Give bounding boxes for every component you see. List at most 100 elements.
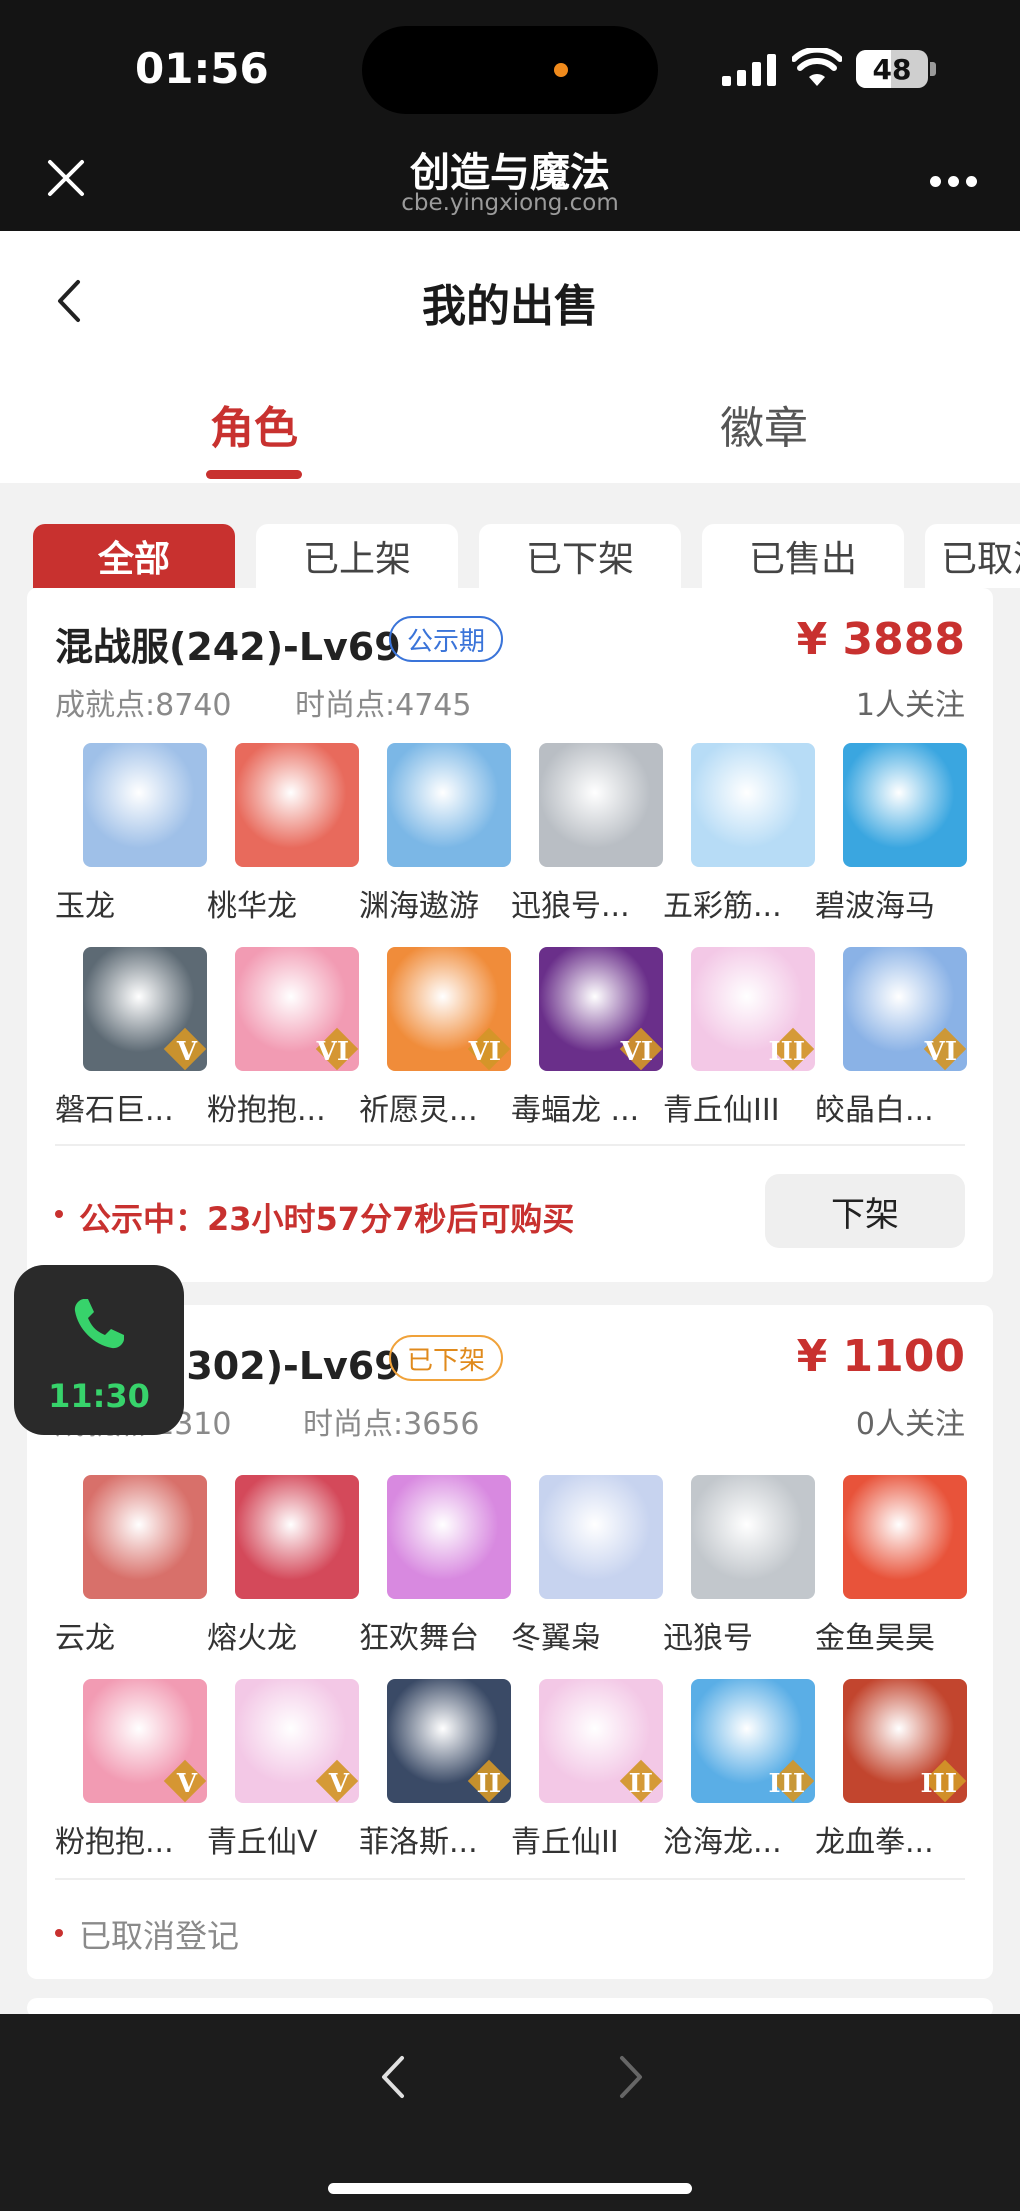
pet-item[interactable]: II 青丘仙II: [511, 1679, 663, 1861]
pet-item[interactable]: III 沧海龙...: [663, 1679, 815, 1861]
pet-thumbnail: [843, 1475, 967, 1599]
pet-item[interactable]: VI 毒蝠龙 ...: [511, 947, 663, 1129]
pet-name: 祈愿灵...: [359, 1093, 478, 1128]
rank-numeral: II: [628, 1769, 653, 1799]
pet-thumbnail: [83, 1475, 207, 1599]
pet-item[interactable]: 桃华龙: [207, 743, 359, 925]
pet-thumbnail: [387, 743, 511, 867]
rank-numeral: III: [768, 1037, 806, 1067]
pet-thumbnail: [691, 743, 815, 867]
pet-item[interactable]: III 龙血拳...: [815, 1679, 967, 1861]
wifi-icon: [792, 48, 842, 86]
tab-badge[interactable]: 徽章: [664, 392, 864, 456]
pet-item[interactable]: V 粉抱抱...: [55, 1679, 207, 1861]
pet-item[interactable]: II 菲洛斯...: [359, 1679, 511, 1861]
battery-icon: 48: [856, 50, 928, 88]
publicity-countdown: 公示中：23小时57分7秒后可购买: [79, 1200, 575, 1238]
pet-name: 渊海遨游: [359, 889, 479, 924]
pet-item[interactable]: 金鱼昊昊: [815, 1475, 967, 1657]
rank-numeral: VI: [620, 1037, 653, 1067]
dynamic-island: [362, 26, 658, 114]
pet-name: 青丘仙III: [663, 1093, 780, 1128]
pet-thumbnail: [235, 743, 359, 867]
pet-item[interactable]: 狂欢舞台: [359, 1475, 511, 1657]
filter-sold[interactable]: 已售出: [702, 524, 904, 588]
pet-name: 毒蝠龙 ...: [511, 1093, 640, 1128]
pet-name: 沧海龙...: [663, 1825, 782, 1860]
pet-thumbnail: V: [83, 947, 207, 1071]
rank-numeral: V: [176, 1769, 197, 1799]
server-level: 混战服(242)-Lv69: [55, 625, 401, 669]
pet-name: 云龙: [55, 1621, 115, 1656]
pet-thumbnail: III: [691, 947, 815, 1071]
rank-numeral: V: [328, 1769, 349, 1799]
pet-name: 粉抱抱...: [207, 1093, 326, 1128]
pet-item[interactable]: 熔火龙: [207, 1475, 359, 1657]
rank-numeral: III: [768, 1769, 806, 1799]
pet-thumbnail: VI: [387, 947, 511, 1071]
pet-grid: 云龙 熔火龙 狂欢舞台 冬翼枭 迅狼号 金鱼昊昊 V 粉抱抱... V 青丘仙V II 菲洛斯... I…: [55, 1475, 967, 1860]
pet-item[interactable]: 迅狼号...: [511, 743, 663, 925]
notice-dot: [55, 1929, 63, 1937]
pet-name: 青丘仙II: [511, 1825, 619, 1860]
fashion-points: 时尚点:3656: [303, 1407, 480, 1442]
cellular-signal-icon: [722, 54, 776, 86]
pet-name: 五彩筋...: [663, 889, 782, 924]
pet-thumbnail: VI: [235, 947, 359, 1071]
pet-thumbnail: II: [387, 1679, 511, 1803]
battery-tip: [930, 62, 936, 76]
filter-cancelled[interactable]: 已取消: [925, 524, 1020, 588]
more-icon[interactable]: [930, 176, 978, 188]
fashion-points: 时尚点:4745: [295, 688, 472, 723]
pet-item[interactable]: 碧波海马: [815, 743, 967, 925]
listing-card[interactable]: 混战服(242)-Lv69 公示期 ¥ 3888 成就点:8740 时尚点:47…: [27, 588, 993, 1282]
pet-name: 粉抱抱...: [55, 1825, 174, 1860]
pet-item[interactable]: V 磐石巨...: [55, 947, 207, 1129]
delist-button[interactable]: 下架: [765, 1174, 965, 1248]
cancel-status: 已取消登记: [79, 1917, 240, 1955]
pet-name: 冬翼枭: [511, 1621, 601, 1656]
pet-thumbnail: II: [539, 1679, 663, 1803]
pet-item[interactable]: VI 粉抱抱...: [207, 947, 359, 1129]
pet-name: 金鱼昊昊: [815, 1621, 935, 1656]
page-title: 我的出售: [422, 281, 598, 332]
pet-thumbnail: V: [83, 1679, 207, 1803]
pet-name: 皎晶白...: [815, 1093, 934, 1128]
rank-numeral: V: [176, 1037, 197, 1067]
pet-thumbnail: VI: [843, 947, 967, 1071]
browser-bottom-bar: [0, 2014, 1020, 2211]
call-widget[interactable]: 11:30: [14, 1265, 184, 1435]
nav-back-icon[interactable]: [376, 2052, 410, 2102]
pet-item[interactable]: 五彩筋...: [663, 743, 815, 925]
status-badge: 已下架: [389, 1335, 504, 1381]
filter-listed[interactable]: 已上架: [256, 524, 458, 588]
nav-forward-icon[interactable]: [614, 2052, 648, 2102]
pet-item[interactable]: VI 皎晶白...: [815, 947, 967, 1129]
price: ¥ 3888: [796, 614, 965, 665]
tab-role[interactable]: 角色: [154, 392, 354, 456]
pet-item[interactable]: 玉龙: [55, 743, 207, 925]
pet-item[interactable]: 迅狼号: [663, 1475, 815, 1657]
pet-name: 桃华龙: [207, 889, 297, 924]
pet-item[interactable]: V 青丘仙V: [207, 1679, 359, 1861]
pet-thumbnail: [235, 1475, 359, 1599]
pet-item[interactable]: 云龙: [55, 1475, 207, 1657]
filter-all[interactable]: 全部: [33, 524, 235, 588]
phone-icon: [74, 1299, 124, 1349]
price: ¥ 1100: [796, 1331, 965, 1382]
filter-delisted[interactable]: 已下架: [479, 524, 681, 588]
battery-level: 48: [872, 52, 912, 86]
pet-item[interactable]: 冬翼枭: [511, 1475, 663, 1657]
browser-url: cbe.yingxiong.com: [401, 190, 619, 216]
pet-thumbnail: V: [235, 1679, 359, 1803]
pet-item[interactable]: 渊海遨游: [359, 743, 511, 925]
pet-item[interactable]: VI 祈愿灵...: [359, 947, 511, 1129]
pet-thumbnail: [691, 1475, 815, 1599]
pet-grid: 玉龙 桃华龙 渊海遨游 迅狼号... 五彩筋... 碧波海马 V 磐石巨... VI 粉抱抱...…: [55, 743, 967, 1128]
pet-thumbnail: III: [691, 1679, 815, 1803]
achievement-points: 成就点:8740: [55, 688, 232, 723]
status-badge: 公示期: [389, 616, 504, 662]
pet-item[interactable]: III 青丘仙III: [663, 947, 815, 1129]
pet-thumbnail: [539, 1475, 663, 1599]
rank-numeral: III: [920, 1769, 958, 1799]
